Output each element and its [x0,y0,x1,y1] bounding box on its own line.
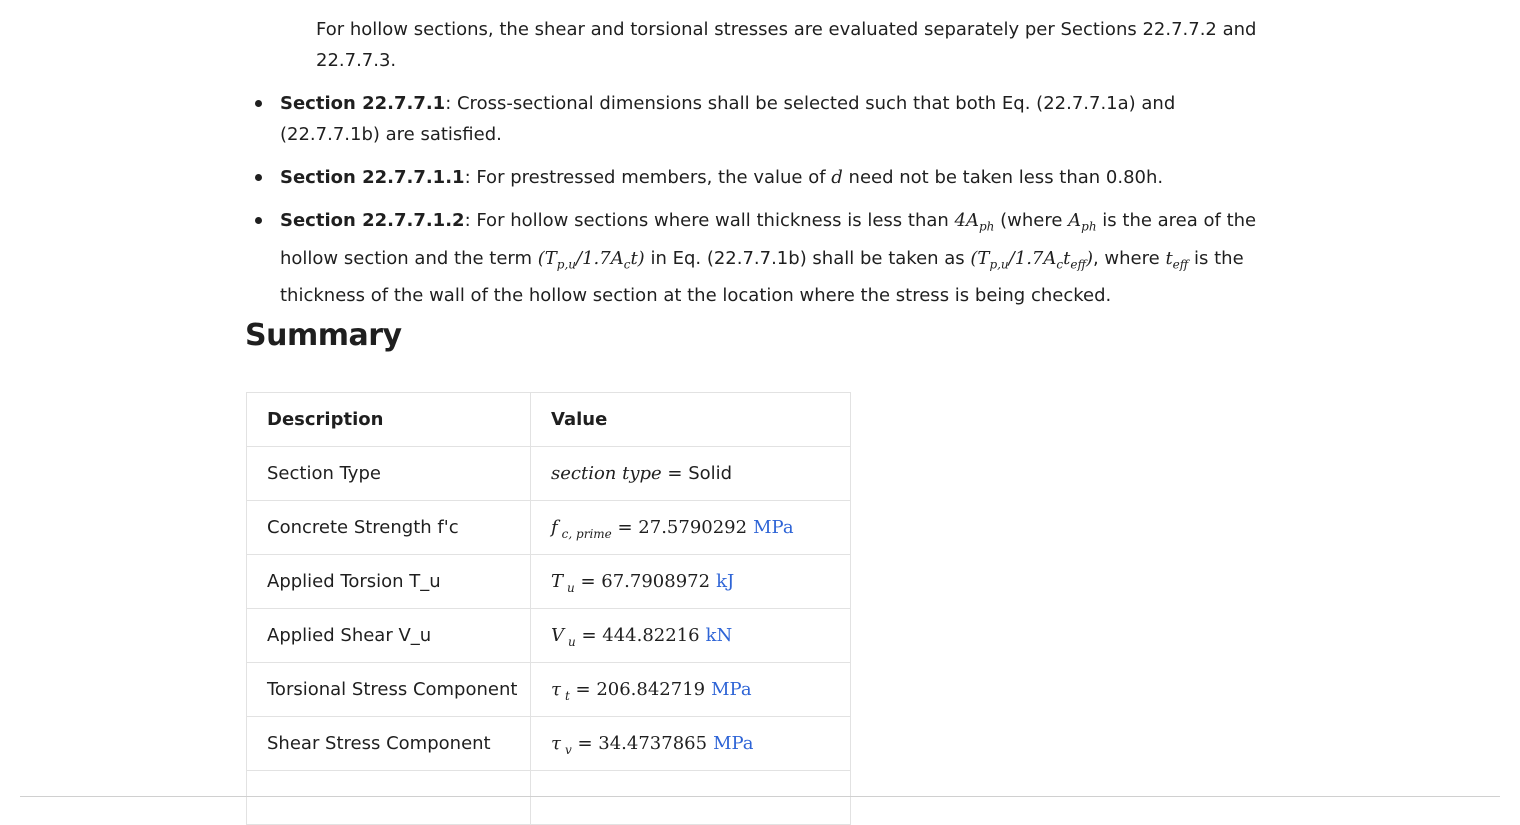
table-row: Section Type section type = Solid [246,446,851,501]
value-equals: = [574,571,602,592]
value-symbol: T [551,571,564,592]
bullet-text: need not be taken less than 0.80h. [842,167,1164,188]
value-symbol: τ [551,679,561,700]
table-row: Torsional Stress Component τ t = 206.84271… [246,662,851,717]
table-row: Concrete Strength f'c f c, prime = 27.5790… [246,500,851,555]
value-unit: MPa [753,517,794,538]
row-value: τt = 206.842719 MPa [530,662,851,717]
value-equals: = [661,463,689,484]
bullet-text: (where [994,210,1069,231]
value-subscript: u [568,635,576,649]
math-d: d [831,167,843,188]
value-unit: kJ [716,571,735,592]
table-row: Shear Stress Component τ v = 34.4737865 MPa [246,716,851,771]
value-equals: = [571,733,599,754]
bullet-text: : For hollow sections where wall thickne… [464,210,955,231]
value-symbol: section type [551,463,662,484]
bullet-title: Section 22.7.7.1.2 [280,210,465,231]
math-teff: teff [1165,247,1189,272]
row-description: Shear Stress Component [246,716,531,771]
value-number: 67.7908972 [601,571,711,592]
table-header-row: Description Value [246,392,851,447]
bullet-section-22-7-7-1-2: Section 22.7.7.1.2: For hollow sections … [255,205,1280,311]
math-term-t: (Tp,u/1.7Act) [537,247,645,272]
math-term-teff: (Tp,u/1.7Acteff) [970,247,1093,272]
summary-heading: Summary [245,318,402,353]
row-value: τv = 34.4737865 MPa [530,716,851,771]
row-description: Torsional Stress Component [246,662,531,717]
row-value: Tu = 67.7908972 kJ [530,554,851,609]
row-description: Section Type [246,446,531,501]
divider [20,796,1500,797]
row-value: section type = Solid [530,446,851,501]
value-unit: MPa [711,679,752,700]
column-header-value: Value [530,392,851,447]
value-symbol: V [551,625,564,646]
table-row: Applied Torsion T_u Tu = 67.7908972 kJ [246,554,851,609]
row-description: Concrete Strength f'c [246,500,531,555]
row-description: Applied Shear V_u [246,608,531,663]
value-text: Solid [688,463,733,484]
bullet-text: : For prestressed members, the value of [464,167,832,188]
row-value: Vu = 444.82216 kN [530,608,851,663]
value-equals: = [611,517,639,538]
value-unit: MPa [713,733,754,754]
value-symbol: τ [551,733,561,754]
table-row: Applied Shear V_u Vu = 444.82216 kN [246,608,851,663]
value-number: 27.5790292 [638,517,748,538]
summary-table: Description Value Section Type section ty… [246,392,851,825]
value-unit: kN [705,625,733,646]
summary-table-body: Section Type section type = Solid Concrete… [246,446,851,825]
section-bullet-list: Section 22.7.7.1: Cross-sectional dimens… [255,88,1280,323]
bullet-section-22-7-7-1: Section 22.7.7.1: Cross-sectional dimens… [255,88,1280,150]
bullet-title: Section 22.7.7.1.1 [280,167,465,188]
value-number: 34.4737865 [598,733,708,754]
value-equals: = [575,625,603,646]
value-number: 206.842719 [596,679,706,700]
math-4aph: 4Aph [954,210,995,234]
bullet-text: , where [1092,247,1166,269]
value-subscript: c, prime [561,527,612,541]
bullet-section-22-7-7-1-1: Section 22.7.7.1.1: For prestressed memb… [255,162,1280,193]
row-value: f c, prime = 27.5790292 MPa [530,500,851,555]
value-subscript: t [564,689,570,703]
value-equals: = [569,679,597,700]
row-description: Applied Torsion T_u [246,554,531,609]
value-subscript: v [564,743,572,757]
bullet-text: in Eq. (22.7.7.1b) shall be taken as [644,247,971,269]
bullet-title: Section 22.7.7.1 [280,93,446,114]
value-subscript: u [567,581,575,595]
intro-paragraph: For hollow sections, the shear and torsi… [316,19,1257,71]
value-symbol: f [551,517,558,538]
column-header-description: Description [246,392,531,447]
math-aph: Aph [1068,210,1097,234]
value-number: 444.82216 [602,625,700,646]
